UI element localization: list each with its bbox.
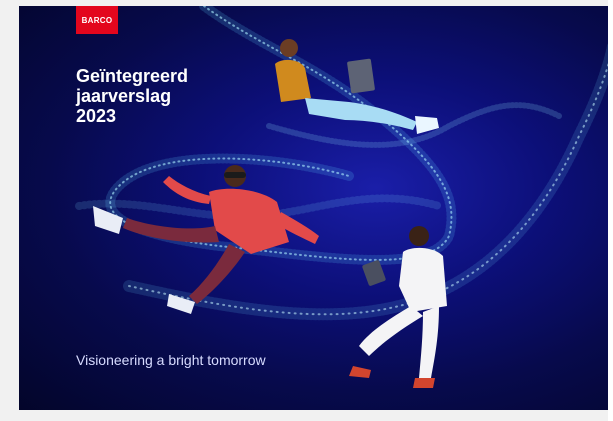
- report-title: Geïntegreerd jaarverslag 2023: [76, 66, 188, 126]
- light-streams: [75, 6, 613, 321]
- report-cover[interactable]: BARCO Geïntegreerd jaarverslag 2023 Visi…: [19, 6, 613, 410]
- title-line-2: jaarverslag: [76, 86, 172, 106]
- barco-logo: BARCO: [76, 6, 118, 34]
- person-laptop: [275, 39, 439, 134]
- title-line-1: Geïntegreerd: [76, 66, 189, 86]
- title-line-3: 2023: [76, 106, 117, 126]
- page-edge: [608, 0, 613, 421]
- cover-tagline: Visioneering a bright tomorrow: [76, 352, 266, 368]
- person-vr: [93, 165, 319, 314]
